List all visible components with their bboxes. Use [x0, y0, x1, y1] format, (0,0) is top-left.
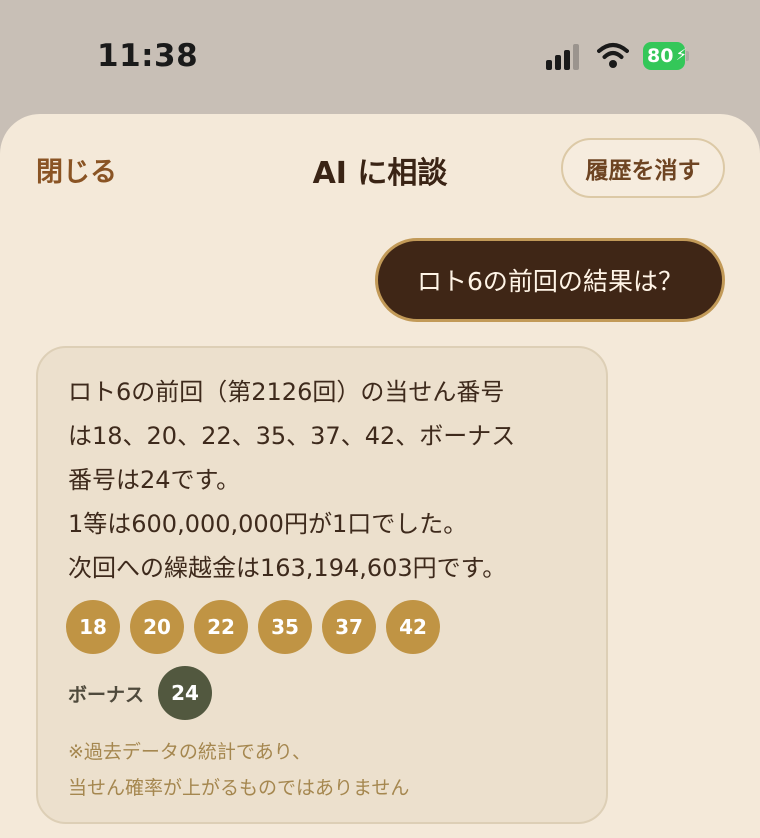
ai-message-line: 次回への繰越金は163,194,603円です。: [68, 554, 507, 582]
wifi-icon: [597, 43, 629, 68]
ai-message-line: 番号は24です。: [68, 466, 241, 494]
battery-charging-icon: 80 ⚡: [643, 42, 689, 70]
bonus-label: ボーナス: [68, 683, 145, 706]
cellular-signal-icon: [546, 44, 580, 70]
winning-numbers: 18 20 22 35 37 42: [66, 600, 440, 654]
ai-message-line: ロト6の前回（第2126回）の当せん番号: [68, 378, 505, 406]
bonus-row: ボーナス 24: [68, 666, 213, 720]
status-bar: 11:38 80 ⚡: [0, 0, 760, 112]
number-ball: 35: [258, 600, 312, 654]
disclaimer-line: ※過去データの統計であり、: [68, 741, 311, 763]
bonus-number-ball: 24: [158, 666, 213, 720]
clear-history-button[interactable]: 履歴を消す: [561, 138, 725, 198]
disclaimer: ※過去データの統計であり、 当せん確率が上がるものではありません: [68, 734, 588, 806]
number-ball: 18: [66, 600, 120, 654]
user-message-bubble: ロト6の前回の結果は？: [375, 238, 725, 322]
ai-message-line: 1等は600,000,000円が1口でした。: [68, 510, 468, 538]
ai-message-text: ロト6の前回（第2126回）の当せん番号 は18、20、22、35、37、42、…: [68, 370, 588, 590]
ai-message-line: は18、20、22、35、37、42、ボーナス: [68, 422, 516, 450]
battery-cap: [686, 51, 689, 61]
number-ball: 37: [322, 600, 376, 654]
status-time: 11:38: [97, 38, 199, 74]
ai-message-bubble: ロト6の前回（第2126回）の当せん番号 は18、20、22、35、37、42、…: [36, 346, 608, 824]
disclaimer-line: 当せん確率が上がるものではありません: [68, 777, 410, 799]
number-ball: 22: [194, 600, 248, 654]
number-ball: 20: [130, 600, 184, 654]
ai-consult-sheet: 閉じる AI に相談 履歴を消す ロト6の前回の結果は？ ロト6の前回（第212…: [0, 114, 760, 838]
number-ball: 42: [386, 600, 440, 654]
